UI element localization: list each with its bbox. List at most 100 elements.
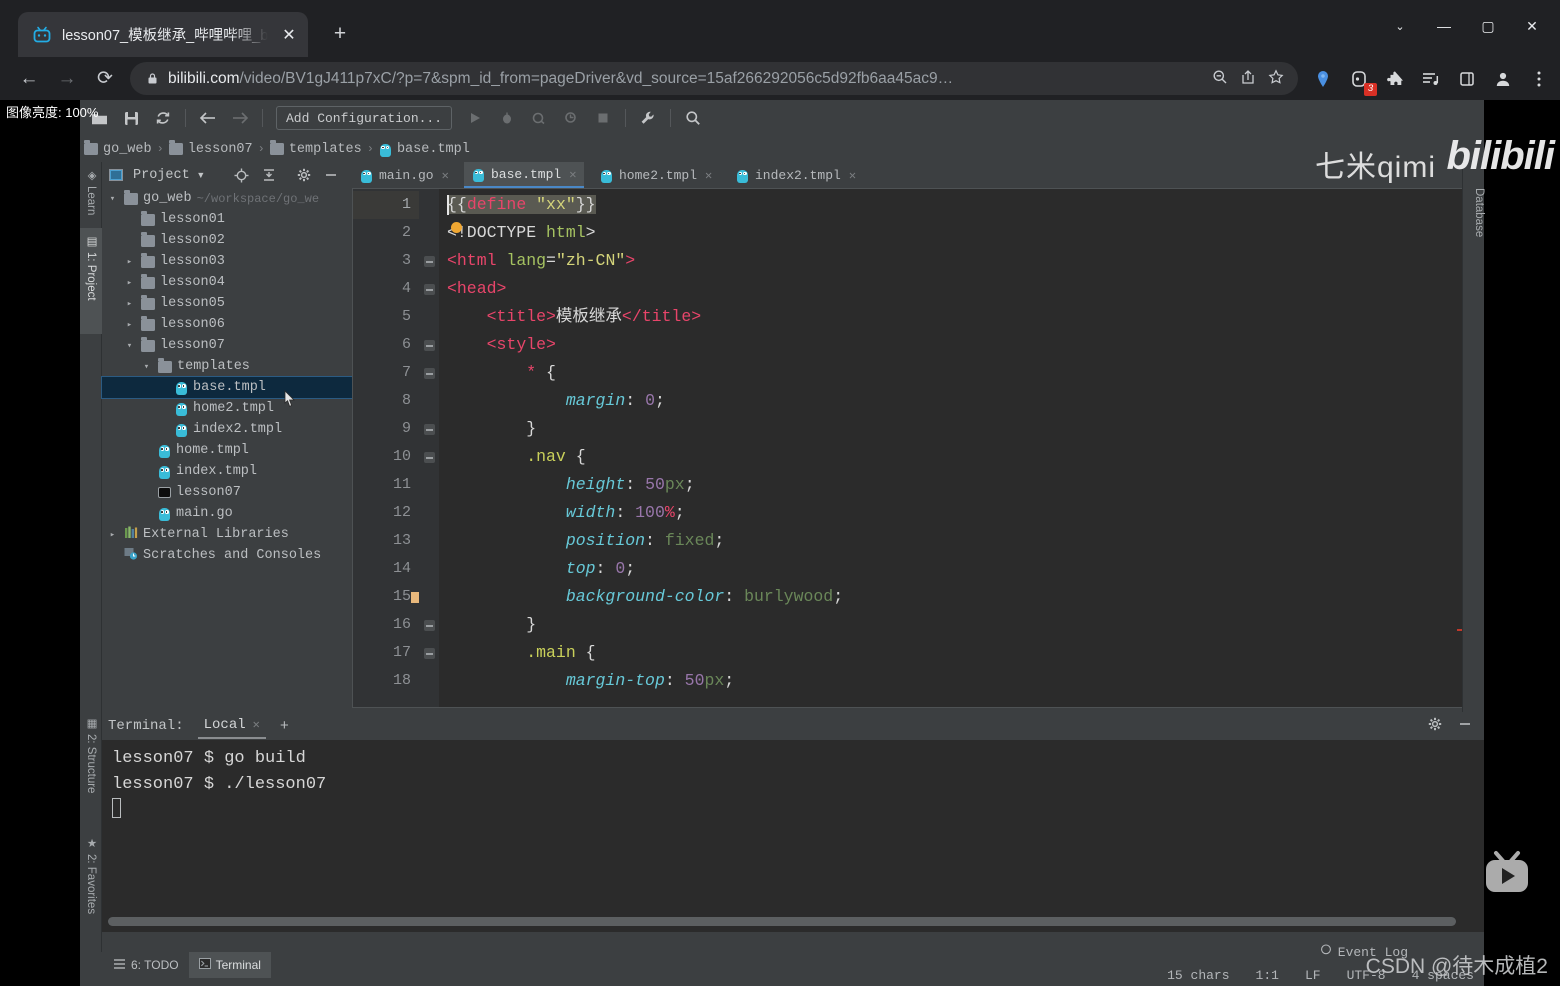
debug-icon[interactable]: [492, 105, 522, 131]
tree-item-lesson04[interactable]: ▸ lesson04: [102, 272, 352, 293]
fold-collapse-icon[interactable]: [424, 256, 435, 267]
extension-badge-icon[interactable]: 3: [1348, 68, 1377, 96]
chevron-down-icon[interactable]: ▾: [197, 167, 205, 184]
close-icon[interactable]: ✕: [253, 717, 260, 732]
navigate-back-icon[interactable]: [193, 105, 223, 131]
tree-item-lesson06[interactable]: ▸ lesson06: [102, 314, 352, 335]
breadcrumb-item-templates[interactable]: templates: [269, 140, 362, 157]
fold-collapse-icon[interactable]: [424, 340, 435, 351]
tree-item-home-tmpl[interactable]: home.tmpl: [102, 440, 352, 461]
tree-item-lesson03[interactable]: ▸ lesson03: [102, 251, 352, 272]
share-icon[interactable]: [1240, 69, 1256, 89]
tree-item-scratches-and-consoles[interactable]: Scratches and Consoles: [102, 545, 352, 566]
editor-fold-strip[interactable]: [419, 189, 439, 707]
maximize-button[interactable]: ▢: [1466, 8, 1510, 44]
tree-item-go-web[interactable]: ▾ go_web ~/workspace/go_we: [102, 188, 352, 209]
tree-item-lesson05[interactable]: ▸ lesson05: [102, 293, 352, 314]
status-tab-6--todo[interactable]: 6: TODO: [104, 952, 189, 978]
settings-wrench-icon[interactable]: [633, 105, 663, 131]
minimize-button[interactable]: —: [1422, 8, 1466, 44]
bookmark-star-icon[interactable]: [1268, 68, 1284, 89]
status-indicator[interactable]: 15 chars: [1167, 968, 1229, 983]
sync-refresh-icon[interactable]: [148, 105, 178, 131]
reload-button[interactable]: ⟳: [86, 62, 124, 96]
hide-icon[interactable]: [1458, 717, 1472, 735]
editor-tab-base-tmpl[interactable]: base.tmpl ✕: [464, 162, 585, 188]
editor-tab-main-go[interactable]: main.go ✕: [352, 162, 457, 188]
tool-tab-project[interactable]: ▤ 1: Project: [80, 228, 102, 334]
editor-tab-index2-tmpl[interactable]: index2.tmpl ✕: [728, 162, 864, 188]
tree-item-lesson07[interactable]: lesson07: [102, 482, 352, 503]
tree-item-lesson02[interactable]: lesson02: [102, 230, 352, 251]
chevron-right-icon[interactable]: ▸: [123, 257, 136, 267]
locate-file-icon[interactable]: [232, 165, 252, 185]
tree-item-index2-tmpl[interactable]: index2.tmpl: [102, 419, 352, 440]
tree-item-external-libraries[interactable]: ▸ External Libraries: [102, 524, 352, 545]
close-icon[interactable]: ✕: [569, 167, 576, 182]
browser-menu-icon[interactable]: [1528, 68, 1550, 90]
fold-collapse-icon[interactable]: [424, 284, 435, 295]
zoom-out-icon[interactable]: [1212, 69, 1228, 89]
tool-tab-favorites[interactable]: ★ 2: Favorites: [80, 830, 102, 948]
address-bar[interactable]: bilibili.com/video/BV1gJ411p7xC/?p=7&spm…: [130, 62, 1298, 95]
tree-item-lesson07[interactable]: ▾ lesson07: [102, 335, 352, 356]
intention-bulb-icon[interactable]: [451, 222, 462, 233]
status-indicator[interactable]: 1:1: [1256, 968, 1279, 983]
terminal-horizontal-scrollbar[interactable]: [108, 917, 1456, 926]
tab-search-dropdown-icon[interactable]: ⌄: [1378, 8, 1422, 44]
project-tree[interactable]: ▾ go_web ~/workspace/go_we lesson01 lesson02…: [101, 188, 353, 722]
close-icon[interactable]: ✕: [705, 168, 712, 183]
profile-avatar-icon[interactable]: [1492, 68, 1514, 90]
editor-gutter[interactable]: 1 2 3 4 5 6 7 8 9 10 11 12 13 14 15 16 17 18: [353, 189, 422, 707]
chevron-right-icon[interactable]: ▸: [123, 278, 136, 288]
fold-end-icon[interactable]: [424, 424, 435, 435]
run-icon[interactable]: [460, 105, 490, 131]
forward-button[interactable]: →: [48, 62, 86, 96]
tree-item-home2-tmpl[interactable]: home2.tmpl: [102, 398, 352, 419]
editor-code-area[interactable]: {{define "xx"}} <!DOCTYPE html> <html lang…: [439, 189, 1483, 707]
search-everywhere-icon[interactable]: [678, 105, 708, 131]
tool-tab-structure[interactable]: ▦ 2: Structure: [80, 710, 102, 822]
breadcrumb-item-lesson07[interactable]: lesson07: [168, 140, 253, 157]
back-button[interactable]: ←: [10, 62, 48, 96]
tool-tab-learn[interactable]: ◈ Learn: [80, 162, 102, 224]
tree-item-index-tmpl[interactable]: index.tmpl: [102, 461, 352, 482]
hide-panel-icon[interactable]: [321, 165, 341, 185]
close-icon[interactable]: ✕: [849, 168, 856, 183]
tree-item-lesson01[interactable]: lesson01: [102, 209, 352, 230]
reading-list-icon[interactable]: [1420, 68, 1442, 90]
side-panel-icon[interactable]: [1456, 68, 1478, 90]
fold-collapse-icon[interactable]: [424, 368, 435, 379]
new-tab-button[interactable]: +: [326, 20, 354, 48]
tree-item-templates[interactable]: ▾ templates: [102, 356, 352, 377]
profiler-icon[interactable]: [556, 105, 586, 131]
terminal-output[interactable]: lesson07 $ go build lesson07 $ ./lesson0…: [102, 740, 1484, 932]
settings-gear-icon[interactable]: [294, 165, 314, 185]
collapse-all-icon[interactable]: [259, 165, 279, 185]
tab-close-icon[interactable]: ✕: [278, 25, 300, 45]
terminal-tab-local[interactable]: Local ✕: [197, 714, 266, 739]
browser-tab[interactable]: lesson07_模板继承_哔哩哔哩_bi ✕: [18, 12, 308, 57]
new-terminal-button[interactable]: +: [280, 718, 289, 735]
navigate-forward-icon[interactable]: [225, 105, 255, 131]
save-all-icon[interactable]: [116, 105, 146, 131]
close-window-button[interactable]: ✕: [1510, 8, 1554, 44]
editor-tab-home2-tmpl[interactable]: home2.tmpl ✕: [592, 162, 720, 188]
pin-location-icon[interactable]: [1312, 68, 1334, 90]
puzzle-icon[interactable]: [1384, 68, 1406, 90]
chevron-right-icon[interactable]: ▸: [123, 320, 136, 330]
status-tab-terminal[interactable]: Terminal: [188, 952, 271, 978]
fold-collapse-icon[interactable]: [424, 648, 435, 659]
close-icon[interactable]: ✕: [442, 168, 449, 183]
stop-icon[interactable]: [588, 105, 618, 131]
tool-tab-database[interactable]: Database: [1463, 184, 1485, 237]
tree-item-base-tmpl[interactable]: base.tmpl: [101, 376, 353, 399]
fold-collapse-icon[interactable]: [424, 452, 435, 463]
chevron-down-icon[interactable]: ▾: [106, 194, 119, 204]
tree-item-main-go[interactable]: main.go: [102, 503, 352, 524]
chevron-down-icon[interactable]: ▾: [140, 362, 153, 372]
chevron-down-icon[interactable]: ▾: [123, 341, 136, 351]
chevron-right-icon[interactable]: ▸: [106, 530, 119, 540]
chevron-right-icon[interactable]: ▸: [123, 299, 136, 309]
code-editor[interactable]: 1 2 3 4 5 6 7 8 9 10 11 12 13 14 15 16 17 18 {{define "xx…: [352, 187, 1484, 708]
